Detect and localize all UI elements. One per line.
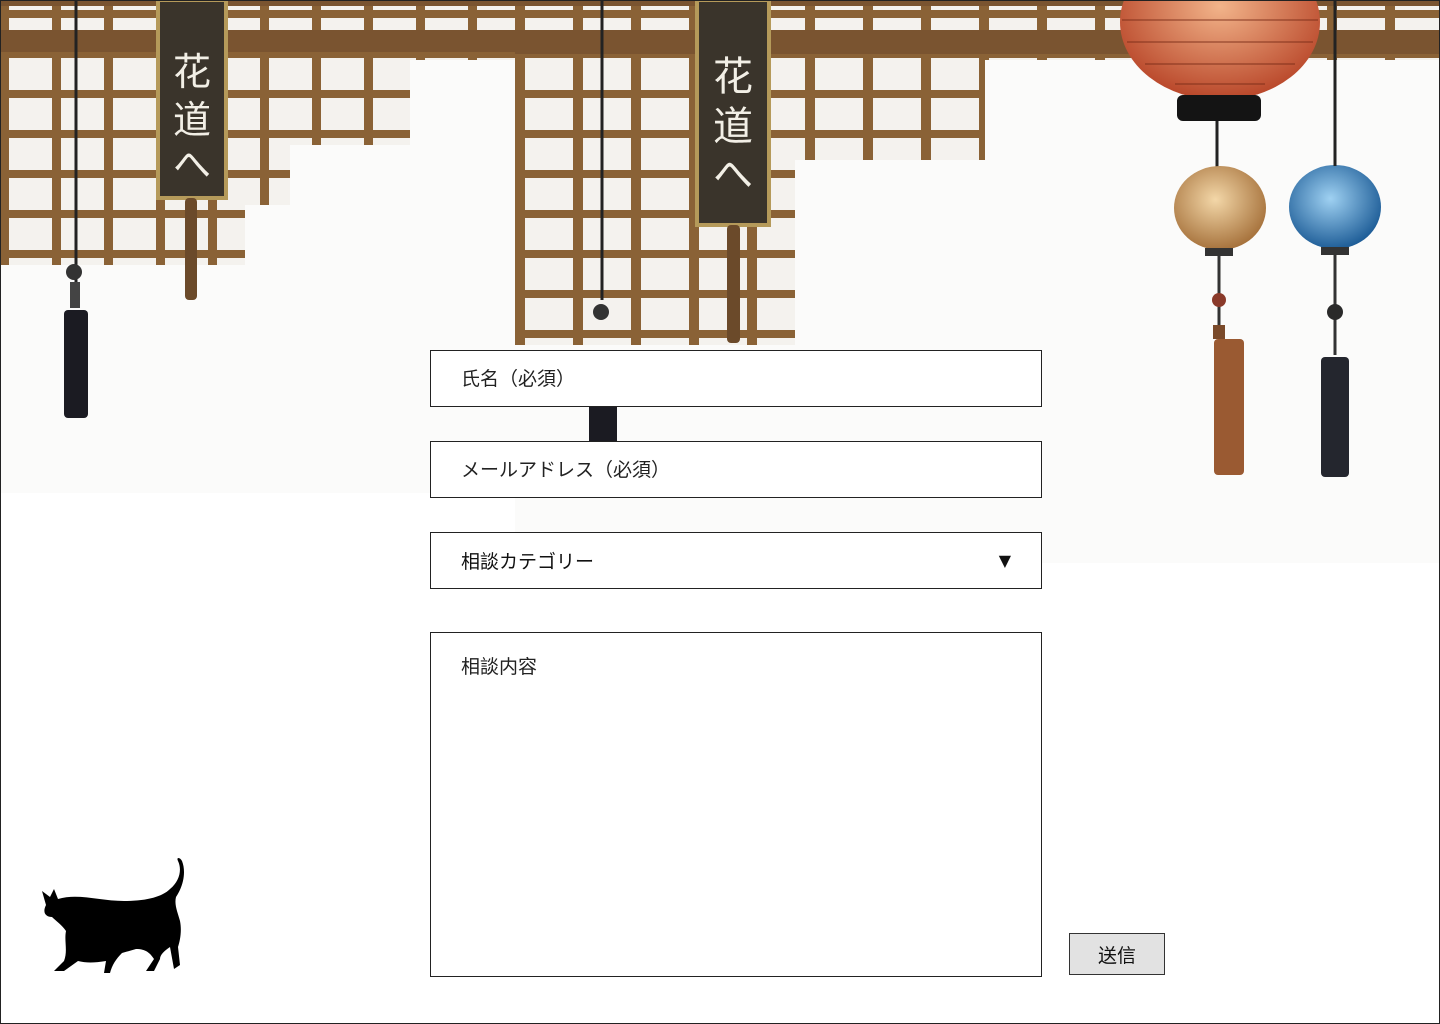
svg-text:へ: へ — [713, 152, 753, 198]
svg-text:道: 道 — [713, 104, 753, 150]
svg-text:花: 花 — [173, 50, 211, 94]
message-field[interactable] — [430, 632, 1042, 977]
category-select-label: 相談カテゴリー — [461, 551, 595, 573]
svg-text:花: 花 — [713, 54, 753, 100]
background-image-left: 花 道 へ — [0, 0, 515, 493]
black-cat-icon — [38, 855, 188, 995]
email-field[interactable] — [430, 441, 1042, 498]
name-field[interactable] — [430, 350, 1042, 407]
svg-text:へ: へ — [173, 143, 211, 187]
svg-text:道: 道 — [173, 98, 211, 142]
email-input[interactable] — [431, 442, 1041, 497]
category-select[interactable]: 相談カテゴリー ▼ — [430, 532, 1042, 589]
submit-button[interactable]: 送信 — [1069, 933, 1165, 975]
name-input[interactable] — [431, 351, 1041, 406]
category-select-face[interactable]: 相談カテゴリー ▼ — [431, 533, 1041, 588]
message-textarea[interactable] — [431, 633, 1041, 976]
contact-page: 花 道 へ 花 道 へ 氏名（必須） メールアドレス（必須） 相談カテゴリー ▼… — [0, 0, 1440, 1024]
triangle-down-icon[interactable]: ▼ — [999, 551, 1011, 570]
